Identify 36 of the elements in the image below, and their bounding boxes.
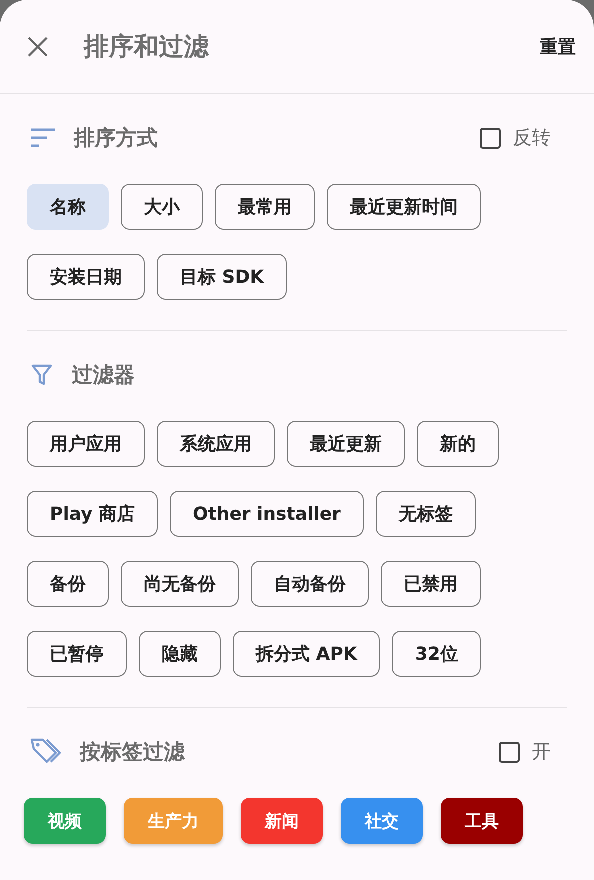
section-title: 过滤器 xyxy=(72,362,136,389)
tag-chip[interactable]: 新闻 xyxy=(241,798,323,844)
sort-chip[interactable]: 最常用 xyxy=(215,184,315,230)
filter-chip[interactable]: 用户应用 xyxy=(27,421,145,467)
tag-chip[interactable]: 工具 xyxy=(441,798,523,844)
filter-chip[interactable]: 系统应用 xyxy=(157,421,275,467)
sort-chip[interactable]: 名称 xyxy=(27,184,109,230)
filter-chip[interactable]: Other installer xyxy=(170,491,364,537)
filter-chip[interactable]: 无标签 xyxy=(376,491,476,537)
filter-chip[interactable]: 32位 xyxy=(392,631,482,677)
checkbox-label: 开 xyxy=(532,740,551,765)
funnel-icon xyxy=(30,363,54,387)
filter-chip[interactable]: 自动备份 xyxy=(251,561,369,607)
sort-chip[interactable]: 安装日期 xyxy=(27,254,145,300)
filter-chip[interactable]: 新的 xyxy=(417,421,499,467)
checkbox[interactable] xyxy=(480,128,501,148)
filter-chip[interactable]: 隐藏 xyxy=(139,631,221,677)
sort-chip[interactable]: 最近更新时间 xyxy=(327,184,481,230)
sheet-title: 排序和过滤 xyxy=(84,31,210,63)
filter-chip[interactable]: 尚无备份 xyxy=(121,561,239,607)
filter-chip[interactable]: 已禁用 xyxy=(381,561,481,607)
checkbox[interactable] xyxy=(499,742,520,762)
sort-chip[interactable]: 目标 SDK xyxy=(157,254,288,300)
checkbox-label: 反转 xyxy=(513,126,551,151)
filter-chip[interactable]: 拆分式 APK xyxy=(233,631,380,677)
section-title: 按标签过滤 xyxy=(80,739,186,766)
section-title: 排序方式 xyxy=(74,125,159,152)
filter-chip[interactable]: 已暂停 xyxy=(27,631,127,677)
reset-button[interactable]: 重置 xyxy=(536,30,580,62)
filter-chip[interactable]: 备份 xyxy=(27,561,109,607)
sort-icon xyxy=(30,128,56,148)
sort-chip[interactable]: 大小 xyxy=(121,184,203,230)
filter-chip[interactable]: 最近更新 xyxy=(287,421,405,467)
tag-icon xyxy=(30,738,62,766)
filter-chip[interactable]: Play 商店 xyxy=(27,491,158,537)
close-icon[interactable] xyxy=(26,34,50,58)
